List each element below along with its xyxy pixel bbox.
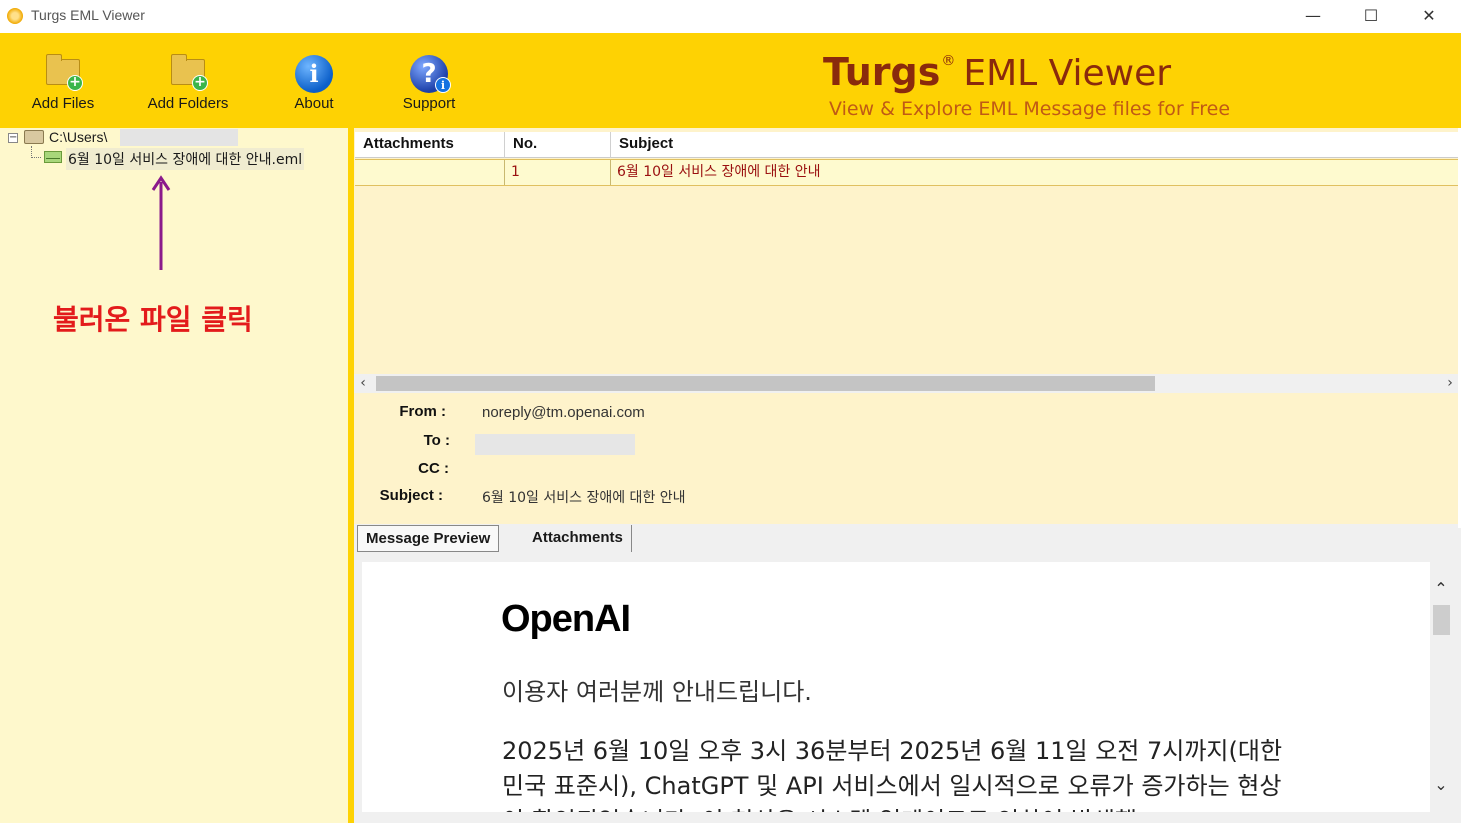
folder-icon [24,130,44,144]
scroll-left-icon[interactable]: ‹ [354,374,372,393]
from-value: noreply@tm.openai.com [482,404,645,421]
support-button[interactable]: ? i Support [396,53,462,112]
annotation-arrow [151,175,171,270]
scrollbar-thumb[interactable] [376,376,1155,391]
brand-tagline: View & Explore EML Message files for Fre… [829,98,1231,120]
add-file-icon: + [43,53,83,93]
scroll-down-icon[interactable]: ⌄ [1430,775,1452,795]
tree-root-node[interactable]: C:\Users\ [49,129,107,145]
tab-attachments[interactable]: Attachments [524,525,632,552]
redacted-path [120,129,238,146]
preview-greeting: 이용자 여러분께 안내드립니다. [502,678,812,706]
brand-registered-mark: ® [941,53,956,69]
column-header-subject[interactable]: Subject [611,132,1461,158]
subject-value: 6월 10일 서비스 장애에 대한 안내 [482,490,686,506]
brand-logo: Turgs® EML Viewer [823,50,1171,94]
openai-logo: OpenAI [501,598,631,640]
email-file-icon [44,151,62,163]
cc-label: CC : [418,460,449,477]
window-title: Turgs EML Viewer [31,7,145,23]
app-icon [7,8,23,24]
horizontal-scrollbar[interactable]: ‹ › [354,374,1461,393]
help-icon: ? i [409,53,451,93]
message-preview: OpenAI 이용자 여러분께 안내드립니다. 2025년 6월 10일 오후 … [362,562,1430,812]
add-folders-label: Add Folders [147,95,229,112]
scroll-up-icon[interactable]: ⌃ [1430,579,1452,599]
tree-connector [31,146,41,158]
add-files-button[interactable]: + Add Files [27,53,99,112]
tree-file-node[interactable]: 6월 10일 서비스 장애에 대한 안내.eml [66,148,305,170]
close-button[interactable]: ✕ [1400,0,1458,32]
column-header-attachments[interactable]: Attachments [355,132,505,158]
tab-message-preview[interactable]: Message Preview [357,525,500,552]
cell-no: 1 [505,160,611,185]
from-label: From : [399,403,446,420]
minimize-button[interactable]: — [1284,0,1342,32]
subject-label: Subject : [379,487,443,504]
add-files-label: Add Files [31,95,95,112]
redacted-recipient [475,434,635,455]
toolbar: + Add Files + Add Folders i About ? i Sup… [0,33,1461,128]
window-titlebar: Turgs EML Viewer — ☐ ✕ [0,0,1461,33]
preview-body: 2025년 6월 10일 오후 3시 36분부터 2025년 6월 11일 오전… [502,737,1283,812]
message-list-header: Attachments No. Subject [355,132,1461,158]
scroll-right-icon[interactable]: › [1441,374,1459,393]
maximize-button[interactable]: ☐ [1342,0,1400,32]
brand-product: EML Viewer [963,53,1172,94]
add-folders-button[interactable]: + Add Folders [140,53,236,112]
tree-collapse-toggle[interactable]: − [8,133,18,143]
column-header-no[interactable]: No. [505,132,611,158]
preview-tabs: Message Preview Attachments [354,524,1461,553]
info-icon: i [294,53,334,93]
cell-attachments [355,160,505,185]
brand-name: Turgs [823,50,941,94]
scrollbar-thumb-vertical[interactable] [1433,605,1450,635]
cell-subject: 6월 10일 서비스 장애에 대한 안내 [617,164,821,180]
folder-tree-pane [0,128,348,823]
about-label: About [294,95,334,112]
table-row[interactable]: 1 6월 10일 서비스 장애에 대한 안내 [355,159,1461,186]
annotation-text: 불러온 파일 클릭 [53,303,253,336]
about-button[interactable]: i About [288,53,340,112]
add-folder-icon: + [168,53,208,93]
to-label: To : [423,432,450,449]
support-label: Support [402,95,456,112]
vertical-scrollbar[interactable]: ⌃ ⌄ [1430,575,1452,805]
